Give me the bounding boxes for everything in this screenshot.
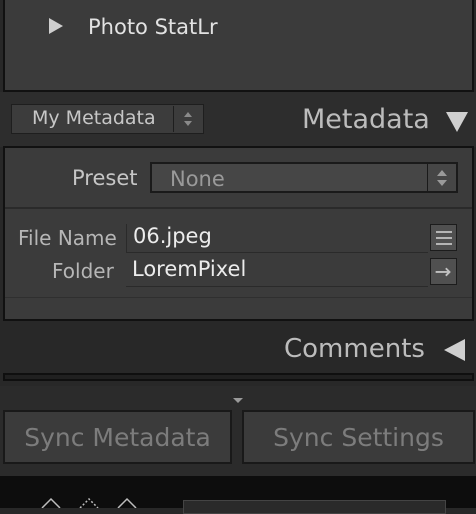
go-to-folder-arrow-icon[interactable] (430, 258, 457, 285)
section-divider (5, 207, 472, 209)
section-divider (5, 297, 472, 298)
file-name-field[interactable]: 06.jpeg (133, 224, 212, 248)
list-icon[interactable] (430, 224, 457, 251)
triangle-right-icon[interactable] (49, 18, 63, 34)
file-name-label: File Name (18, 226, 117, 250)
plugin-photo-statlr-label[interactable]: Photo StatLr (88, 15, 218, 39)
up-down-arrows-icon[interactable] (434, 166, 450, 190)
metadata-panel-title[interactable]: Metadata (302, 104, 430, 135)
triangle-down-icon[interactable] (446, 112, 468, 132)
up-down-arrows-icon[interactable] (181, 106, 195, 132)
sync-metadata-button[interactable]: Sync Metadata (3, 410, 232, 464)
select-divider (427, 164, 428, 191)
folder-value: LoremPixel (132, 257, 247, 281)
metadata-set-value[interactable]: My Metadata (32, 107, 156, 129)
folder-label: Folder (52, 259, 114, 283)
triangle-left-icon[interactable] (444, 339, 465, 361)
field-underline (126, 286, 428, 287)
preset-label: Preset (72, 166, 138, 190)
flag-rating-icons[interactable] (40, 496, 140, 508)
comments-panel-title[interactable]: Comments (284, 334, 425, 364)
comments-panel-edge (3, 373, 474, 381)
preset-value[interactable]: None (170, 167, 225, 191)
field-underline (126, 252, 428, 253)
filmstrip-filter-select[interactable] (183, 500, 446, 514)
select-divider (173, 106, 174, 132)
sync-settings-button[interactable]: Sync Settings (242, 410, 475, 464)
panel-collapse-grip-icon[interactable] (233, 398, 243, 403)
field-divider (126, 224, 127, 252)
plugin-panel (3, 0, 474, 92)
